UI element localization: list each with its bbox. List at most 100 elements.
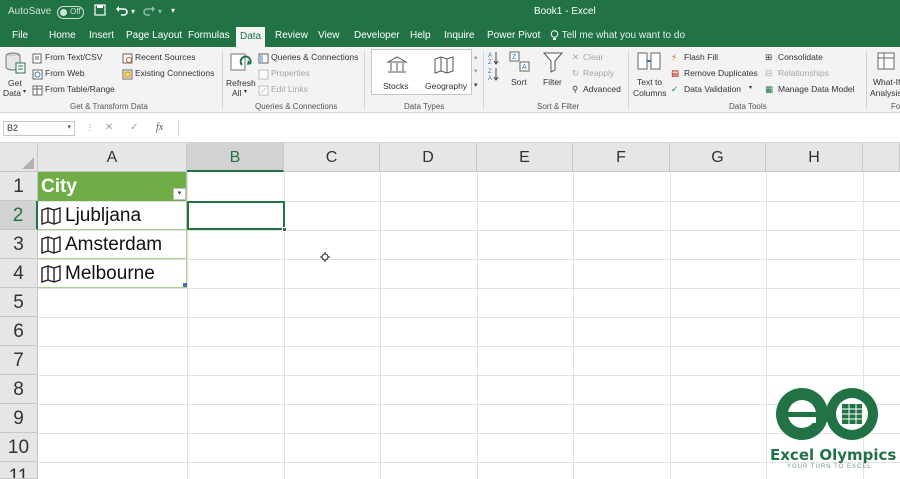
edit-links-button[interactable]: Edit Links <box>271 84 308 94</box>
reapply-button[interactable]: Reapply <box>583 68 614 78</box>
column-header-g[interactable]: G <box>670 143 766 172</box>
tell-me-search[interactable]: Tell me what you want to do <box>546 25 689 47</box>
row-header-1[interactable]: 1 <box>0 172 38 201</box>
name-box-dropdown-icon[interactable]: ▾ <box>67 123 71 131</box>
column-header-f[interactable]: F <box>573 143 670 172</box>
from-text-csv-button[interactable]: From Text/CSV <box>45 52 102 62</box>
existing-connections-button[interactable]: Existing Connections <box>135 68 214 78</box>
geography-button[interactable]: Geography <box>425 81 467 91</box>
tab-insert[interactable]: Insert <box>85 25 118 47</box>
column-header-h[interactable]: H <box>766 143 863 172</box>
recent-sources-button[interactable]: Recent Sources <box>135 52 195 62</box>
filter-button[interactable]: Filter <box>543 77 562 87</box>
gridline <box>38 288 900 289</box>
tab-power-pivot[interactable]: Power Pivot <box>483 25 544 47</box>
name-box[interactable]: B2 ▾ <box>3 121 75 136</box>
gallery-down-icon[interactable]: ▾ <box>474 67 478 75</box>
insert-function-icon[interactable]: fx <box>156 122 163 133</box>
tab-review[interactable]: Review <box>271 25 312 47</box>
redo-dropdown-icon[interactable]: ▾ <box>158 7 162 16</box>
redo-icon[interactable] <box>142 4 156 19</box>
sort-za-icon[interactable]: ZA <box>487 67 499 86</box>
refresh-icon <box>230 53 252 71</box>
what-if-analysis-button[interactable] <box>868 49 900 99</box>
undo-icon[interactable] <box>115 4 129 19</box>
queries-connections-button[interactable]: Queries & Connections <box>271 52 358 62</box>
flash-fill-button[interactable]: Flash Fill <box>684 52 718 62</box>
table-row[interactable]: Ljubljana <box>38 201 187 230</box>
undo-dropdown-icon[interactable]: ▾ <box>131 7 135 16</box>
column-header-partial[interactable] <box>863 143 900 172</box>
properties-button[interactable]: Properties <box>271 68 310 78</box>
row-header-3[interactable]: 3 <box>0 230 38 259</box>
row-header-2[interactable]: 2 <box>0 201 38 230</box>
advanced-icon: ⚲ <box>572 84 579 94</box>
fill-handle[interactable] <box>282 227 287 232</box>
tab-inquire[interactable]: Inquire <box>440 25 479 47</box>
table-header-city[interactable]: City <box>38 172 187 201</box>
from-table-range-button[interactable]: From Table/Range <box>45 84 115 94</box>
row-header-11[interactable]: 11 <box>0 462 38 479</box>
advanced-button[interactable]: Advanced <box>583 84 621 94</box>
table-row[interactable]: Amsterdam <box>38 230 187 259</box>
clear-button[interactable]: Clear <box>583 52 603 62</box>
tab-data[interactable]: Data <box>236 27 266 47</box>
tab-home[interactable]: Home <box>45 25 80 47</box>
tab-developer[interactable]: Developer <box>350 25 404 47</box>
row-header-7[interactable]: 7 <box>0 346 38 375</box>
get-data-button[interactable] <box>4 51 26 80</box>
enter-icon[interactable]: ✓ <box>130 122 138 133</box>
customize-toolbar-icon[interactable]: ▾ <box>171 6 175 15</box>
row-header-5[interactable]: 5 <box>0 288 38 317</box>
get-data-dropdown-icon[interactable]: ▾ <box>23 88 26 95</box>
cancel-icon[interactable]: ✕ <box>105 122 113 133</box>
ribbon-data: Get Data ▾ From Text/CSV From Web From T… <box>0 47 900 113</box>
refresh-dropdown-icon[interactable]: ▾ <box>244 88 247 95</box>
manage-data-model-button[interactable]: Manage Data Model <box>778 84 855 94</box>
autosave-toggle[interactable]: Off <box>57 6 84 19</box>
row-header-4[interactable]: 4 <box>0 259 38 288</box>
gridline <box>38 317 900 318</box>
more-options-icon[interactable]: ⋮ <box>86 123 94 132</box>
row-header-8[interactable]: 8 <box>0 375 38 404</box>
row-header-9[interactable]: 9 <box>0 404 38 433</box>
tab-view[interactable]: View <box>314 25 344 47</box>
refresh-all-label-2: All <box>232 88 242 98</box>
data-types-gallery: Stocks Geography <box>371 49 472 95</box>
select-all-corner[interactable] <box>0 143 38 172</box>
row-header-6[interactable]: 6 <box>0 317 38 346</box>
tab-help[interactable]: Help <box>406 25 435 47</box>
from-web-button[interactable]: From Web <box>45 68 85 78</box>
column-header-c[interactable]: C <box>284 143 380 172</box>
worksheet-grid[interactable]: A B C D E F G H 1 2 3 4 5 6 7 8 9 10 11 … <box>0 143 900 479</box>
name-box-value: B2 <box>7 123 19 133</box>
table-resize-handle[interactable] <box>183 283 187 287</box>
column-header-d[interactable]: D <box>380 143 477 172</box>
column-header-b[interactable]: B <box>187 143 284 172</box>
relationships-button[interactable]: Relationships <box>778 68 829 78</box>
remove-duplicates-button[interactable]: Remove Duplicates <box>684 68 758 78</box>
gallery-up-icon[interactable]: ▴ <box>474 53 478 61</box>
consolidate-icon: ⊞ <box>765 52 773 62</box>
gallery-more-icon[interactable]: ▾ <box>474 81 478 89</box>
consolidate-button[interactable]: Consolidate <box>778 52 823 62</box>
filter-dropdown-button[interactable]: ▾ <box>173 188 186 200</box>
text-to-columns-button[interactable] <box>633 49 668 99</box>
refresh-all-button[interactable] <box>229 51 253 80</box>
tab-formulas[interactable]: Formulas <box>184 25 234 47</box>
data-validation-button[interactable]: Data Validation <box>684 84 741 94</box>
formula-input[interactable] <box>178 121 900 136</box>
save-icon[interactable] <box>94 4 106 19</box>
row-header-10[interactable]: 10 <box>0 433 38 462</box>
stocks-button[interactable]: Stocks <box>383 81 409 91</box>
data-validation-dropdown-icon[interactable]: ▾ <box>749 84 752 91</box>
tab-file[interactable]: File <box>8 25 32 47</box>
group-separator <box>364 51 365 109</box>
column-header-e[interactable]: E <box>477 143 573 172</box>
tab-page-layout[interactable]: Page Layout <box>122 25 186 47</box>
table-row[interactable]: Melbourne <box>38 259 187 288</box>
geography-map-icon <box>433 55 455 80</box>
sort-button[interactable]: Sort <box>511 77 527 87</box>
selected-cell-b2[interactable] <box>187 201 287 232</box>
column-header-a[interactable]: A <box>38 143 187 172</box>
